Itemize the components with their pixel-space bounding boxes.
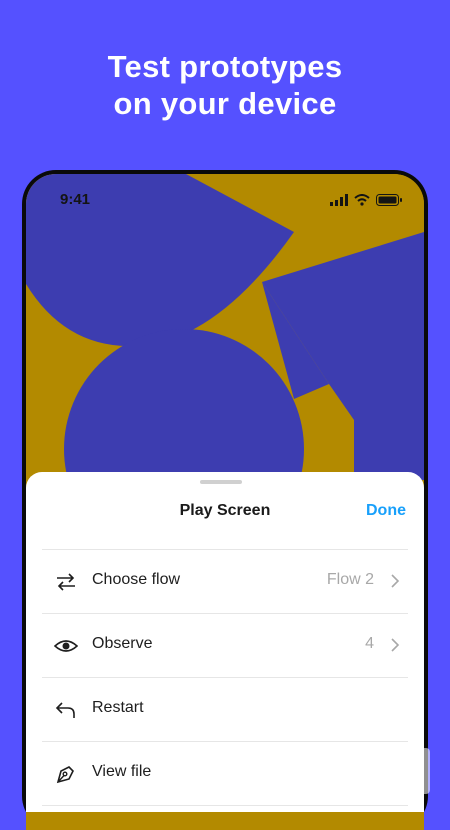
- sheet-grabber[interactable]: [200, 480, 242, 484]
- observe-value: 4: [365, 635, 374, 652]
- sheet-title: Play Screen: [179, 502, 271, 519]
- shuffle-icon: [57, 573, 75, 591]
- battery-icon: [376, 194, 402, 206]
- menu-item-restart[interactable]: Restart: [42, 678, 408, 742]
- restart-label: Restart: [92, 699, 144, 716]
- signal-icon: [330, 194, 348, 206]
- chevron-right-icon: [391, 574, 400, 588]
- undo-icon: [55, 702, 75, 718]
- headline-line-1: Test prototypes: [107, 49, 343, 84]
- wifi-icon: [354, 194, 370, 206]
- view-file-label: View file: [92, 763, 152, 780]
- eye-icon: [54, 640, 78, 652]
- choose-flow-value: Flow 2: [326, 571, 374, 588]
- status-time: 9:41: [60, 191, 91, 208]
- watermark-logo: [252, 748, 430, 794]
- status-bar: 9:41: [26, 174, 424, 224]
- menu-item-observe[interactable]: Observe 4: [42, 614, 408, 678]
- menu-item-choose-flow[interactable]: Choose flow Flow 2: [42, 550, 408, 614]
- observe-label: Observe: [92, 635, 153, 652]
- promo-headline: Test prototypes on your device: [0, 48, 450, 122]
- pen-tool-icon: [56, 766, 74, 784]
- art-right-block: [354, 420, 424, 480]
- choose-flow-label: Choose flow: [92, 571, 181, 588]
- headline-line-2: on your device: [113, 86, 337, 121]
- done-button[interactable]: Done: [366, 502, 406, 520]
- chevron-right-icon: [391, 638, 400, 652]
